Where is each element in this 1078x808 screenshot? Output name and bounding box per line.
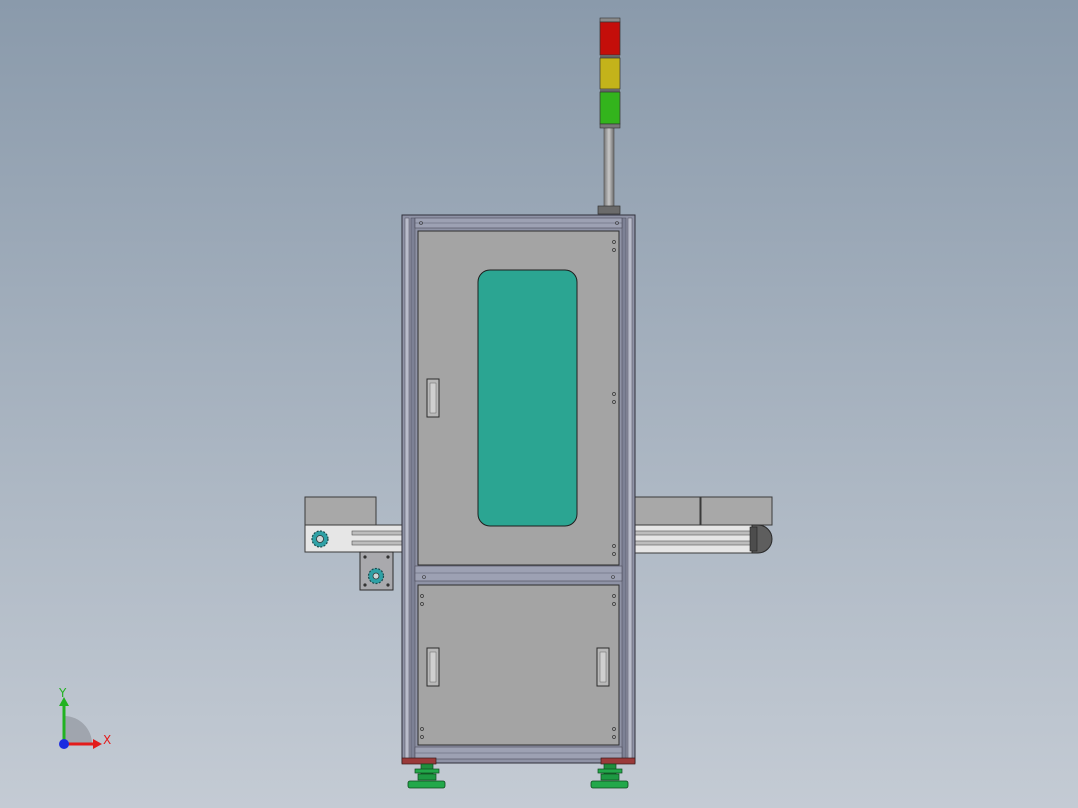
z-axis-origin	[59, 739, 69, 749]
y-axis-label: Y	[58, 686, 67, 700]
signal-light-divider	[600, 55, 620, 58]
signal-tower-cap	[599, 17, 621, 23]
lower-door[interactable]	[417, 584, 620, 746]
signal-light-green	[599, 91, 621, 125]
frame-profile-left	[404, 217, 410, 761]
lower-door-panel	[417, 584, 620, 746]
cabinet[interactable]	[401, 214, 636, 765]
right-conveyor-rail	[633, 540, 753, 546]
left-conveyor-sprocket	[311, 530, 329, 548]
upper-door[interactable]	[417, 230, 620, 566]
left-conveyor-rail	[351, 540, 403, 546]
drive-motor[interactable]	[359, 551, 394, 591]
x-axis-label: X	[103, 733, 111, 747]
signal-tower-bottom-ring	[599, 123, 621, 129]
signal-light-divider	[600, 89, 620, 92]
right-conveyor-cover	[700, 496, 773, 526]
right-conveyor-cover	[633, 496, 701, 526]
frame-middle-beam	[414, 565, 623, 582]
left-conveyor-rail	[351, 530, 403, 536]
right-conveyor[interactable]	[633, 496, 773, 554]
cad-scene[interactable]: Y X	[0, 0, 1078, 808]
right-conveyor-end-cap	[749, 526, 758, 552]
signal-light-yellow	[599, 57, 621, 90]
base-plate-left	[401, 757, 437, 765]
right-conveyor-body	[633, 524, 755, 554]
graphics-viewport[interactable]: Y X	[0, 0, 1078, 808]
frame-profile-left	[410, 217, 416, 761]
frame-profile-right	[621, 217, 627, 761]
signal-tower-pole	[603, 125, 615, 211]
frame-profile-right	[627, 217, 633, 761]
base-plate-right	[600, 757, 636, 765]
left-conveyor-cover	[304, 496, 377, 526]
right-conveyor-rail	[633, 530, 753, 536]
upper-door-window	[477, 269, 578, 527]
signal-light-red	[599, 21, 621, 56]
signal-tower-pole-base	[597, 205, 621, 215]
